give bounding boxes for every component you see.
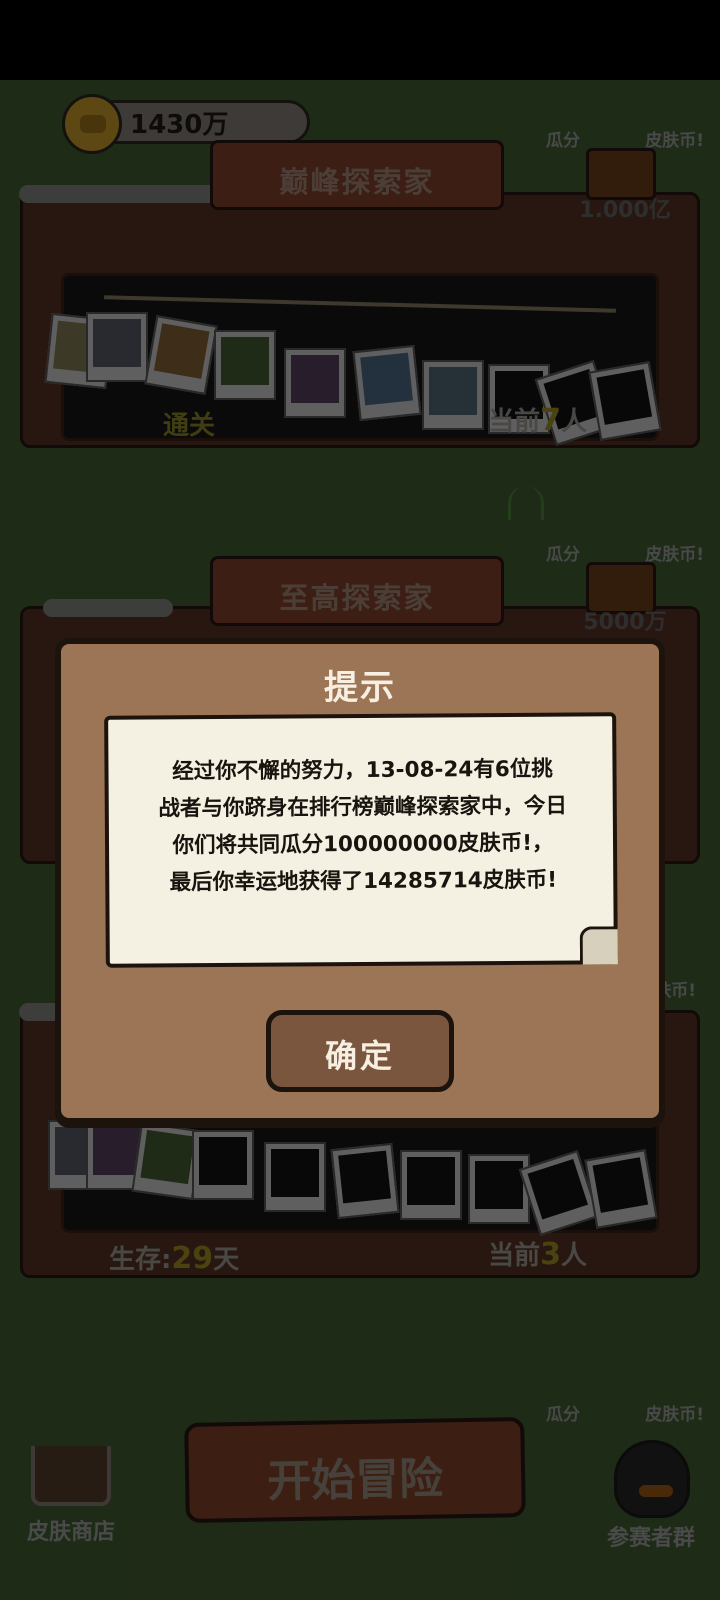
reward-dialog: 提示 经过你不懈的努力，13-08-24有6位挑 战者与你跻身在排行榜巅峰探索家… [55, 638, 665, 1124]
dialog-message: 经过你不懈的努力，13-08-24有6位挑 战者与你跻身在排行榜巅峰探索家中，今… [122, 750, 603, 901]
message-line: 战者与你跻身在排行榜巅峰探索家中，今日 [158, 793, 568, 822]
dialog-title: 提示 [324, 668, 396, 708]
page-curl-decoration [579, 926, 618, 965]
confirm-label: 确定 [324, 1037, 395, 1075]
confirm-button[interactable]: 确定 [266, 1010, 454, 1092]
message-line: 最后你幸运地获得了14285714皮肤币! [169, 867, 558, 896]
message-line: 你们将共同瓜分100000000皮肤币!， [172, 830, 554, 859]
message-note: 经过你不懈的努力，13-08-24有6位挑 战者与你跻身在排行榜巅峰探索家中，今… [104, 712, 618, 968]
message-line: 经过你不懈的努力，13-08-24有6位挑 [172, 756, 553, 785]
